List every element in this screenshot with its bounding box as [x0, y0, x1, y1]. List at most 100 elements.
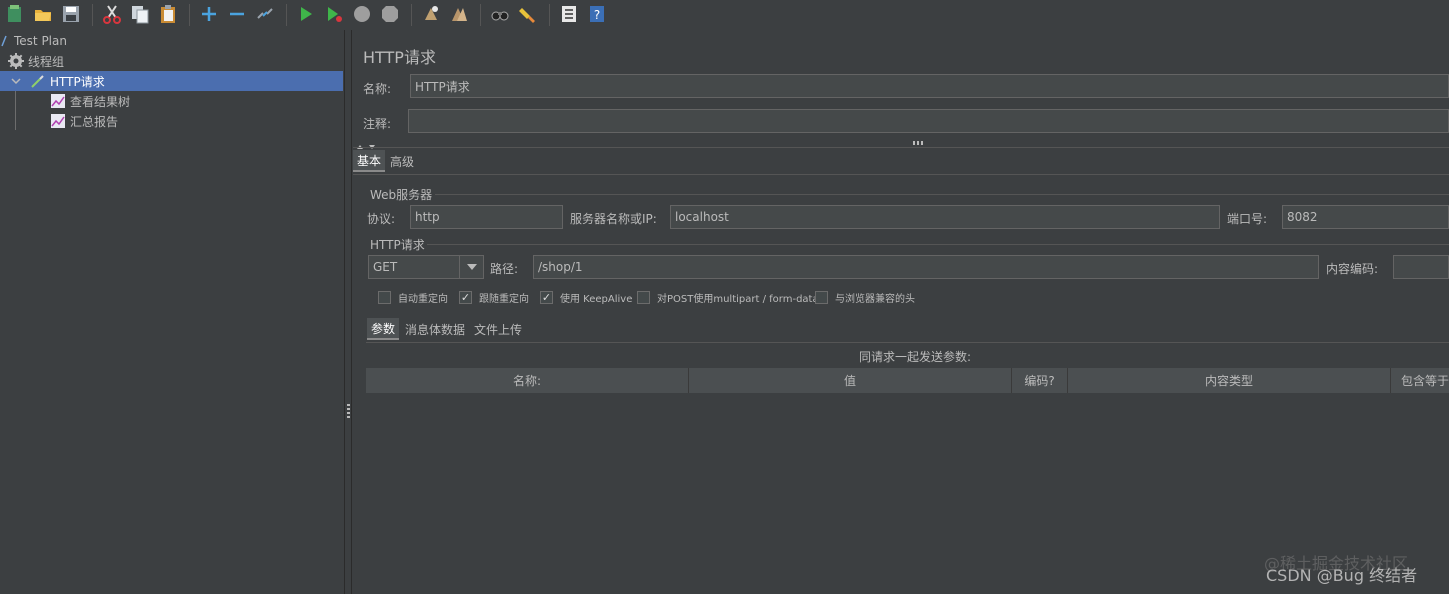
name-field[interactable]: HTTP请求 — [410, 74, 1449, 98]
start-button[interactable] — [293, 2, 319, 28]
search-button[interactable] — [487, 2, 513, 28]
checkbox-auto-redirect[interactable]: 自动重定向 — [378, 290, 448, 305]
server-field[interactable]: localhost — [670, 205, 1220, 229]
method-value: GET — [373, 260, 398, 274]
comment-field[interactable] — [408, 109, 1449, 133]
test-plan-tree: Test Plan 线程组 HTTP请求 查看结果树 汇总报告 — [0, 30, 344, 594]
chevron-down-icon[interactable] — [10, 73, 22, 89]
help-button[interactable]: ? — [584, 2, 610, 28]
tab-divider — [366, 342, 1449, 343]
splitter-grip-icon[interactable] — [347, 404, 350, 418]
path-field[interactable]: /shop/1 — [533, 255, 1319, 279]
tree-item-test-plan[interactable]: Test Plan — [0, 31, 344, 51]
comment-label: 注释: — [363, 117, 392, 131]
tree-item-view-results-tree[interactable]: 查看结果树 — [0, 91, 344, 111]
checkmark-icon[interactable]: ✓ — [459, 291, 472, 304]
encoding-label: 内容编码: — [1326, 262, 1379, 276]
web-server-group-title: Web服务器 — [370, 188, 433, 202]
checkbox-box[interactable] — [378, 291, 391, 304]
shutdown-button[interactable] — [377, 2, 403, 28]
splitter-dots-icon[interactable] — [913, 141, 925, 145]
collapse-icon — [227, 4, 247, 27]
tab-divider — [353, 174, 1449, 175]
toolbar-separator — [92, 4, 93, 26]
search-icon — [490, 4, 510, 27]
protocol-label: 协议: — [367, 212, 396, 226]
checkbox-follow-redirects[interactable]: ✓ 跟随重定向 — [459, 290, 529, 305]
vertical-splitter[interactable] — [344, 30, 352, 594]
tree-item-label: Test Plan — [14, 34, 67, 48]
paste-icon — [158, 4, 178, 27]
tab-parameters[interactable]: 参数 — [367, 318, 400, 340]
sampler-pipette-icon — [30, 73, 46, 89]
cut-button[interactable] — [99, 2, 125, 28]
tree-item-summary-report[interactable]: 汇总报告 — [0, 111, 344, 131]
save-icon — [61, 4, 81, 27]
open-button[interactable] — [30, 2, 56, 28]
clear-icon — [421, 4, 441, 27]
server-label: 服务器名称或IP: — [570, 212, 657, 226]
checkbox-label: 对POST使用multipart / form-data — [657, 294, 819, 305]
checkbox-keepalive[interactable]: ✓ 使用 KeepAlive — [540, 290, 632, 305]
tree-item-label: 汇总报告 — [70, 114, 119, 129]
encoding-field[interactable] — [1393, 255, 1449, 279]
toolbar-separator — [480, 4, 481, 26]
column-header-value[interactable]: 值 — [689, 368, 1012, 393]
port-label: 端口号: — [1227, 212, 1268, 226]
method-select[interactable]: GET — [368, 255, 484, 279]
tab-basic[interactable]: 基本 — [353, 150, 386, 172]
checkbox-box[interactable] — [637, 291, 650, 304]
port-field[interactable]: 8082 — [1282, 205, 1449, 229]
chevron-down-icon[interactable] — [459, 256, 483, 278]
new-plan-button[interactable] — [2, 2, 28, 28]
checkbox-label: 跟随重定向 — [479, 294, 529, 305]
clear-button[interactable] — [418, 2, 444, 28]
clear-all-button[interactable] — [446, 2, 472, 28]
column-header-encode[interactable]: 编码? — [1012, 368, 1068, 393]
tab-files-upload[interactable]: 文件上传 — [470, 318, 526, 340]
checkbox-label: 与浏览器兼容的头 — [835, 294, 915, 305]
panel-title: HTTP请求 — [363, 48, 436, 67]
copy-button[interactable] — [127, 2, 153, 28]
gear-icon — [8, 53, 24, 69]
tab-body-data[interactable]: 消息体数据 — [401, 318, 469, 340]
checkmark-icon[interactable]: ✓ — [540, 291, 553, 304]
collapse-button[interactable] — [224, 2, 250, 28]
column-header-content-type[interactable]: 内容类型 — [1068, 368, 1391, 393]
http-request-panel: HTTP请求 名称: HTTP请求 注释: 基本 高级 Web服务器 协议: h… — [353, 30, 1449, 594]
function-helper-button[interactable] — [556, 2, 582, 28]
column-header-name[interactable]: 名称: — [366, 368, 689, 393]
watermark-csdn: CSDN @Bug 终结者 — [1266, 566, 1418, 585]
tree-item-http-request[interactable]: HTTP请求 — [0, 71, 343, 91]
tree-item-thread-group[interactable]: 线程组 — [0, 51, 344, 71]
checkbox-box[interactable] — [815, 291, 828, 304]
params-caption: 同请求一起发送参数: — [859, 350, 972, 364]
start-no-pause-button[interactable] — [321, 2, 347, 28]
reset-search-button[interactable] — [515, 2, 541, 28]
toolbar-separator — [286, 4, 287, 26]
expand-button[interactable] — [196, 2, 222, 28]
toggle-button[interactable] — [252, 2, 278, 28]
start-no-pause-icon — [324, 4, 344, 27]
save-button[interactable] — [58, 2, 84, 28]
protocol-field[interactable]: http — [410, 205, 563, 229]
tab-advanced[interactable]: 高级 — [386, 150, 418, 172]
tree-item-label: HTTP请求 — [50, 74, 105, 89]
group-border — [435, 194, 1449, 195]
column-header-include-equals[interactable]: 包含等于 — [1391, 368, 1449, 393]
name-label: 名称: — [363, 82, 392, 96]
svg-text:?: ? — [594, 8, 600, 22]
tree-item-label: 线程组 — [28, 54, 65, 69]
cut-icon — [102, 4, 122, 27]
open-icon — [33, 4, 53, 27]
params-table-header: 名称: 值 编码? 内容类型 包含等于 — [366, 368, 1449, 393]
function-helper-icon — [559, 4, 579, 27]
group-border — [427, 244, 1449, 245]
checkbox-browser-headers[interactable]: 与浏览器兼容的头 — [815, 290, 915, 305]
start-icon — [296, 4, 316, 27]
checkbox-label: 自动重定向 — [398, 294, 448, 305]
checkbox-multipart[interactable]: 对POST使用multipart / form-data — [637, 290, 819, 305]
stop-button[interactable] — [349, 2, 375, 28]
paste-button[interactable] — [155, 2, 181, 28]
section-divider — [353, 147, 1449, 148]
